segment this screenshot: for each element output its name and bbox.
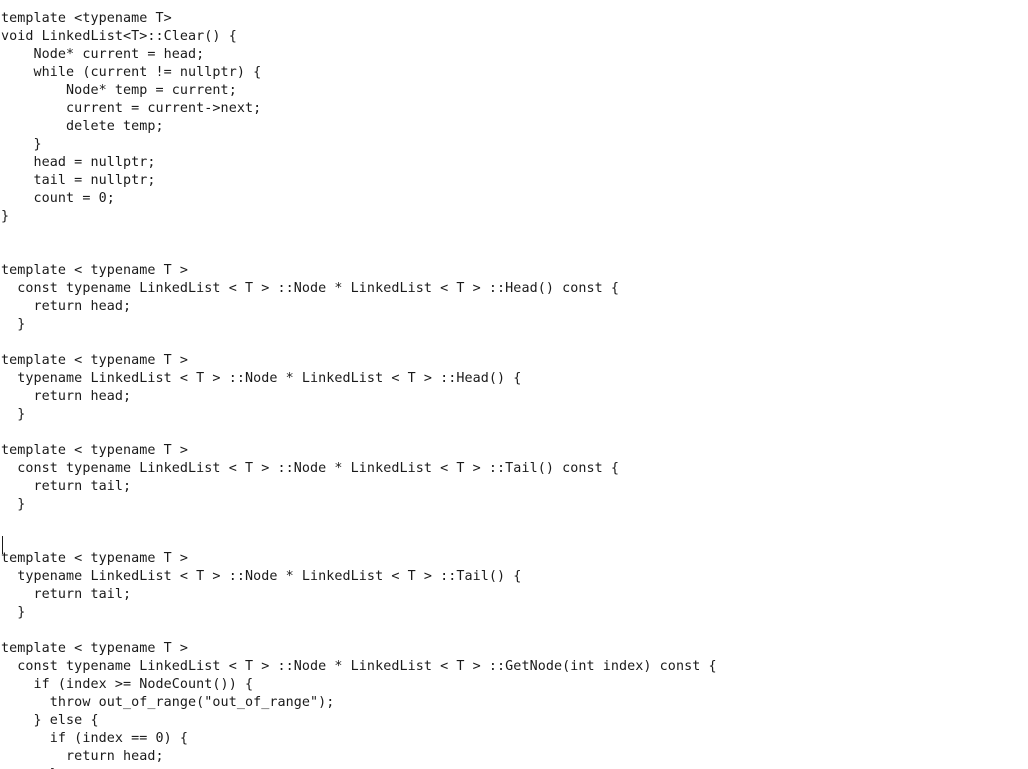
code-line-blank[interactable] xyxy=(0,226,1028,244)
code-line[interactable]: const typename LinkedList < T > ::Node *… xyxy=(0,658,1028,676)
code-line[interactable]: template <typename T> xyxy=(0,10,1028,28)
code-line[interactable]: typename LinkedList < T > ::Node * Linke… xyxy=(0,568,1028,586)
code-line[interactable]: void LinkedList<T>::Clear() { xyxy=(0,28,1028,46)
code-line[interactable]: } xyxy=(0,316,1028,334)
code-line[interactable]: return tail; xyxy=(0,478,1028,496)
code-line-blank[interactable] xyxy=(0,622,1028,640)
code-line[interactable]: template < typename T > xyxy=(0,442,1028,460)
code-line[interactable]: Node* temp = current; xyxy=(0,82,1028,100)
code-line[interactable]: } xyxy=(0,496,1028,514)
code-line[interactable]: template < typename T > xyxy=(0,262,1028,280)
code-line[interactable]: template < typename T > xyxy=(0,550,1028,568)
code-line[interactable]: template < typename T > xyxy=(0,640,1028,658)
code-line[interactable]: head = nullptr; xyxy=(0,154,1028,172)
code-line[interactable]: count = 0; xyxy=(0,190,1028,208)
code-line[interactable]: } xyxy=(0,604,1028,622)
code-line-blank[interactable] xyxy=(0,532,1028,550)
code-line-blank[interactable] xyxy=(0,334,1028,352)
code-line[interactable]: while (current != nullptr) { xyxy=(0,64,1028,82)
code-line[interactable]: const typename LinkedList < T > ::Node *… xyxy=(0,460,1028,478)
code-line[interactable]: } xyxy=(0,406,1028,424)
code-line[interactable]: } xyxy=(0,136,1028,154)
code-editor-viewport[interactable]: template <typename T> void LinkedList<T>:… xyxy=(0,0,1028,769)
code-line[interactable]: typename LinkedList < T > ::Node * Linke… xyxy=(0,370,1028,388)
code-line[interactable]: Node* current = head; xyxy=(0,46,1028,64)
code-line-blank[interactable] xyxy=(0,244,1028,262)
code-line[interactable]: throw out_of_range("out_of_range"); xyxy=(0,694,1028,712)
code-line[interactable]: return head; xyxy=(0,388,1028,406)
code-line[interactable]: const typename LinkedList < T > ::Node *… xyxy=(0,280,1028,298)
code-text-area[interactable]: template <typename T> void LinkedList<T>:… xyxy=(0,10,1028,769)
code-line-blank[interactable] xyxy=(0,514,1028,532)
code-line[interactable]: template < typename T > xyxy=(0,352,1028,370)
code-line[interactable]: if (index == 0) { xyxy=(0,730,1028,748)
text-caret xyxy=(2,536,3,554)
code-line[interactable]: if (index >= NodeCount()) { xyxy=(0,676,1028,694)
code-line[interactable]: } xyxy=(0,208,1028,226)
code-line[interactable]: return tail; xyxy=(0,586,1028,604)
code-line[interactable]: } else { xyxy=(0,712,1028,730)
code-line[interactable]: current = current->next; xyxy=(0,100,1028,118)
code-line-blank[interactable] xyxy=(0,424,1028,442)
code-line[interactable]: return head; xyxy=(0,748,1028,766)
code-line[interactable]: tail = nullptr; xyxy=(0,172,1028,190)
code-line[interactable]: return head; xyxy=(0,298,1028,316)
code-line[interactable]: delete temp; xyxy=(0,118,1028,136)
